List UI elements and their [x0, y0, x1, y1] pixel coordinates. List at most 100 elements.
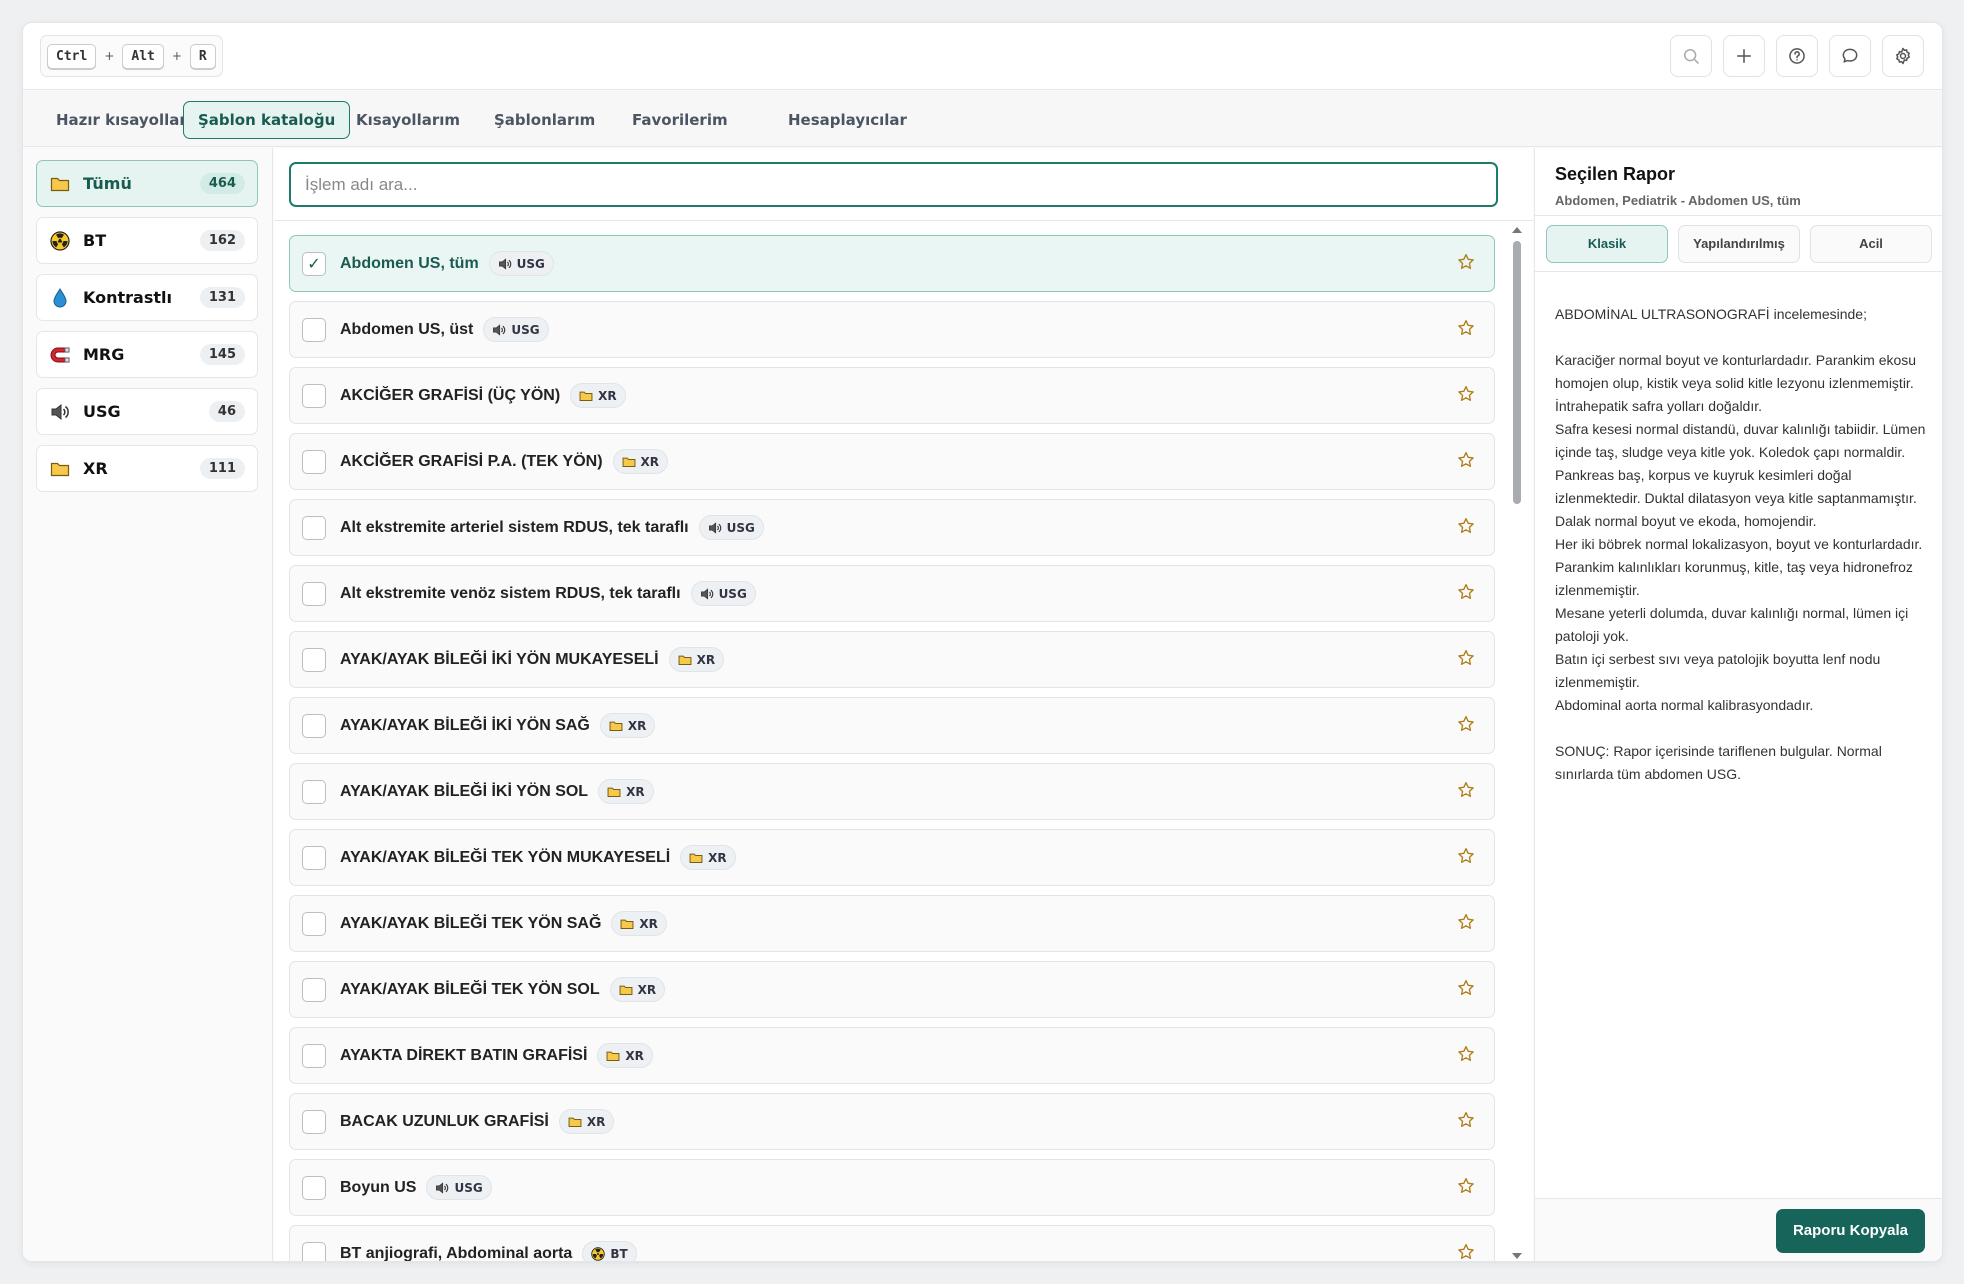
favorite-star-button[interactable]: [1456, 384, 1478, 406]
procedure-checkbox[interactable]: [302, 581, 326, 606]
procedure-checkbox[interactable]: [302, 647, 326, 672]
procedure-checkbox[interactable]: [302, 1175, 326, 1200]
favorite-star-button[interactable]: [1456, 780, 1478, 802]
scroll-down-arrow[interactable]: [1512, 1253, 1522, 1259]
procedure-checkbox[interactable]: [302, 779, 326, 804]
mode-klasik-button[interactable]: Klasik: [1546, 225, 1668, 263]
procedure-row[interactable]: AYAK/AYAK BİLEĞİ İKİ YÖN SAĞ XR: [289, 697, 1495, 754]
procedure-row[interactable]: Abdomen US, üst USG: [289, 301, 1495, 358]
help-button[interactable]: [1776, 35, 1818, 77]
star-icon: [1458, 254, 1474, 269]
procedure-row[interactable]: AYAK/AYAK BİLEĞİ TEK YÖN SAĞ XR: [289, 895, 1495, 952]
tab-kisayollarim[interactable]: Kısayollarım: [341, 101, 475, 139]
modality-badge: USG: [483, 317, 549, 342]
procedure-checkbox[interactable]: [302, 845, 326, 870]
scroll-up-arrow[interactable]: [1512, 227, 1522, 233]
favorite-star-button[interactable]: [1456, 450, 1478, 472]
procedure-row[interactable]: AKCİĞER GRAFİSİ P.A. (TEK YÖN) XR: [289, 433, 1495, 490]
modality-badge: USG: [698, 515, 764, 540]
tab-hazir-kisayollar[interactable]: Hazır kısayollar: [41, 101, 202, 139]
report-line: ABDOMİNAL ULTRASONOGRAFİ incelemesinde;: [1555, 306, 1867, 322]
report-line: Karaciğer normal boyut ve konturlardadır…: [1555, 352, 1917, 414]
modality-badge: XR: [570, 383, 626, 408]
procedure-name: AYAKTA DİREKT BATIN GRAFİSİ: [340, 1046, 588, 1064]
star-icon: [1458, 650, 1474, 665]
procedure-checkbox[interactable]: [302, 515, 326, 540]
tab-sablon-katalogu[interactable]: Şablon kataloğu: [183, 101, 351, 139]
favorite-star-button[interactable]: [1456, 648, 1478, 670]
report-line: Her iki böbrek normal lokalizasyon, boyu…: [1555, 536, 1923, 598]
favorite-star-button[interactable]: [1456, 846, 1478, 868]
report-line: Pankreas baş, korpus ve kuyruk kesimleri…: [1555, 467, 1917, 506]
category-bt[interactable]: BT 162: [36, 217, 258, 264]
report-line: Dalak normal boyut ve ekoda, homojendir.: [1555, 513, 1817, 529]
copy-report-button[interactable]: Raporu Kopyala: [1775, 1209, 1925, 1253]
procedure-row[interactable]: AYAK/AYAK BİLEĞİ TEK YÖN MUKAYESELİ XR: [289, 829, 1495, 886]
category-xr[interactable]: XR 111: [36, 445, 258, 492]
procedure-row[interactable]: BT anjiografi, Abdominal aorta BT: [289, 1225, 1495, 1262]
category-usg[interactable]: USG 46: [36, 388, 258, 435]
scroll-thumb[interactable]: [1513, 241, 1521, 504]
procedure-checkbox[interactable]: [302, 713, 326, 738]
procedure-row[interactable]: BACAK UZUNLUK GRAFİSİ XR: [289, 1093, 1495, 1150]
favorite-star-button[interactable]: [1456, 1242, 1478, 1261]
folder-icon: [568, 1115, 582, 1129]
procedure-row[interactable]: Alt ekstremite venöz sistem RDUS, tek ta…: [289, 565, 1495, 622]
procedure-row[interactable]: AYAK/AYAK BİLEĞİ TEK YÖN SOL XR: [289, 961, 1495, 1018]
procedure-checkbox[interactable]: [302, 383, 326, 408]
procedure-row[interactable]: AKCİĞER GRAFİSİ (ÜÇ YÖN) XR: [289, 367, 1495, 424]
feedback-button[interactable]: [1829, 35, 1871, 77]
radiation-icon: [49, 230, 71, 252]
procedure-row[interactable]: Boyun US USG: [289, 1159, 1495, 1216]
mode-acil-button[interactable]: Acil: [1810, 225, 1932, 263]
key-ctrl: Ctrl: [47, 43, 97, 69]
favorite-star-button[interactable]: [1456, 1044, 1478, 1066]
mode-yapilandirilmis-button[interactable]: Yapılandırılmış: [1678, 225, 1800, 263]
modality-label: USG: [718, 586, 747, 601]
procedure-row[interactable]: Alt ekstremite arteriel sistem RDUS, tek…: [289, 499, 1495, 556]
favorite-star-button[interactable]: [1456, 516, 1478, 538]
favorite-star-button[interactable]: [1456, 252, 1478, 274]
search-icon: [1684, 49, 1699, 64]
header-actions: [1670, 35, 1924, 77]
procedure-name: BT anjiografi, Abdominal aorta: [340, 1244, 573, 1262]
favorite-star-button[interactable]: [1456, 1110, 1478, 1132]
add-button[interactable]: [1723, 35, 1765, 77]
procedure-checkbox[interactable]: [302, 317, 326, 342]
favorite-star-button[interactable]: [1456, 582, 1478, 604]
modality-label: XR: [627, 718, 647, 733]
search-input[interactable]: [289, 162, 1498, 207]
procedure-checkbox[interactable]: [302, 449, 326, 474]
category-tumu[interactable]: Tümü 464: [36, 160, 258, 207]
procedure-checkbox[interactable]: [302, 911, 326, 936]
procedure-row[interactable]: AYAK/AYAK BİLEĞİ İKİ YÖN SOL XR: [289, 763, 1495, 820]
search-button[interactable]: [1670, 35, 1712, 77]
procedure-checkbox[interactable]: [302, 1043, 326, 1068]
procedure-row[interactable]: AYAK/AYAK BİLEĞİ İKİ YÖN MUKAYESELİ XR: [289, 631, 1495, 688]
folder-icon: [579, 389, 593, 403]
radiation-icon: [591, 1246, 606, 1261]
procedure-checkbox[interactable]: [302, 977, 326, 1002]
favorite-star-button[interactable]: [1456, 912, 1478, 934]
settings-button[interactable]: [1882, 35, 1924, 77]
modality-badge: USG: [488, 251, 554, 276]
procedure-checkbox[interactable]: [302, 1109, 326, 1134]
procedure-row[interactable]: AYAKTA DİREKT BATIN GRAFİSİ XR: [289, 1027, 1495, 1084]
procedure-checkbox[interactable]: ✓: [302, 251, 326, 276]
tab-hesaplayicilar[interactable]: Hesaplayıcılar: [773, 101, 922, 139]
favorite-star-button[interactable]: [1456, 714, 1478, 736]
list-scrollbar[interactable]: [1511, 227, 1523, 1259]
top-bar: Ctrl + Alt + R: [23, 23, 1942, 90]
favorite-star-button[interactable]: [1456, 978, 1478, 1000]
category-kontrastli[interactable]: Kontrastlı 131: [36, 274, 258, 321]
panel-footer: Raporu Kopyala: [1535, 1198, 1942, 1261]
category-mrg[interactable]: MRG 145: [36, 331, 258, 378]
procedure-checkbox[interactable]: [302, 1241, 326, 1261]
favorite-star-button[interactable]: [1456, 318, 1478, 340]
procedure-row[interactable]: ✓ Abdomen US, tüm USG: [289, 235, 1495, 292]
favorite-star-button[interactable]: [1456, 1176, 1478, 1198]
tab-sablonlarim[interactable]: Şablonlarım: [479, 101, 610, 139]
folder-icon: [49, 173, 71, 195]
tab-favorilerim[interactable]: Favorilerim: [617, 101, 743, 139]
modality-label: XR: [586, 1114, 606, 1129]
